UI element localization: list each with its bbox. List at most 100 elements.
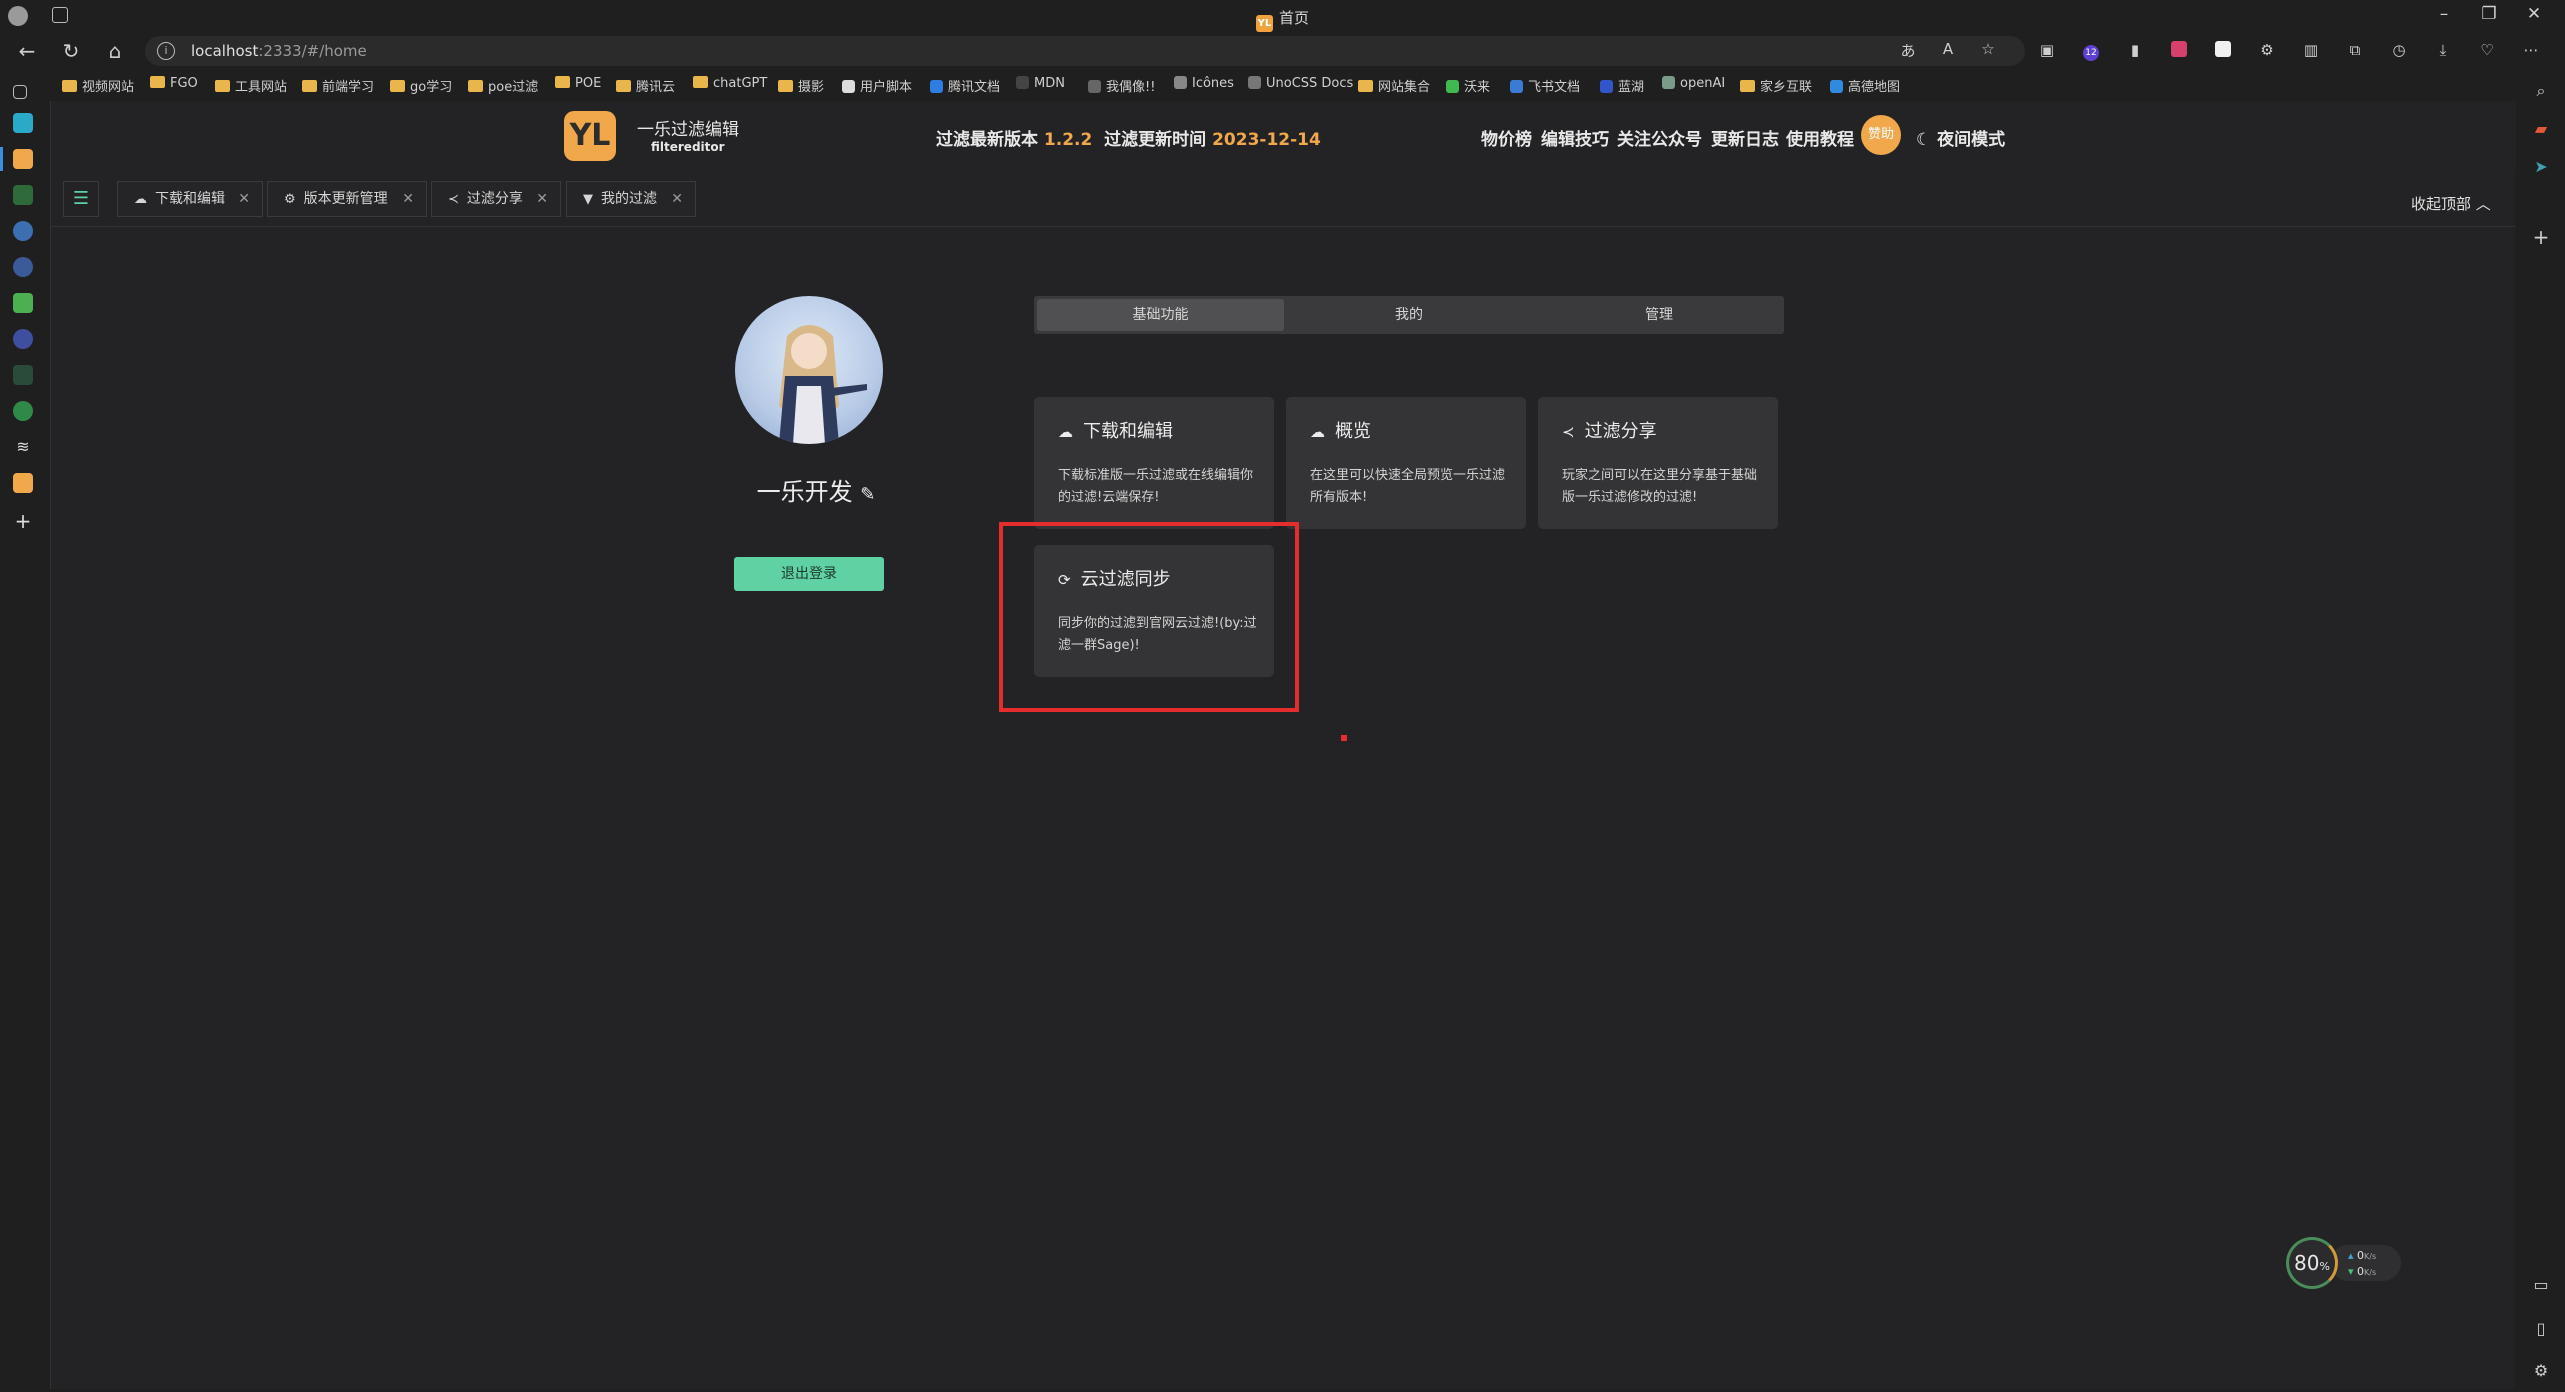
extensions-puzzle-icon[interactable]: ⚙ xyxy=(2256,41,2278,61)
translate-icon[interactable]: あ xyxy=(1897,40,1919,60)
close-tab-icon[interactable]: ✕ xyxy=(402,182,414,216)
screenshot-icon[interactable]: ▭ xyxy=(2531,1275,2551,1295)
bookmark-item[interactable]: 摄影 xyxy=(778,76,824,95)
sidebar-app-icon[interactable] xyxy=(13,401,33,421)
collapse-header-button[interactable]: 收起顶部 ︿ xyxy=(2411,193,2491,214)
site-info-icon[interactable]: i xyxy=(157,42,175,60)
sidebar-app-icon[interactable] xyxy=(13,257,33,277)
extension-badge-icon[interactable]: 12 xyxy=(2080,41,2102,61)
bookmark-item[interactable]: 飞书文档 xyxy=(1510,76,1580,95)
bookmark-item[interactable]: MDN xyxy=(1016,76,1065,91)
extension-icon[interactable]: ▣ xyxy=(2036,41,2058,61)
nav-edit-tips[interactable]: 编辑技巧 xyxy=(1541,125,1609,150)
bookmark-item[interactable]: 前端学习 xyxy=(302,76,374,95)
bookmark-item[interactable]: chatGPT xyxy=(693,76,767,91)
nav-price-list[interactable]: 物价榜 xyxy=(1481,125,1532,150)
tab-download-edit[interactable]: ☁ 下载和编辑 ✕ xyxy=(117,181,263,217)
downloads-icon[interactable]: ⤓ xyxy=(2432,41,2454,61)
add-app-icon[interactable]: + xyxy=(13,511,33,531)
bookmark-item[interactable]: 高德地图 xyxy=(1830,76,1900,95)
minimize-button[interactable]: – xyxy=(2424,4,2464,24)
page-viewport: YL 一乐过滤编辑 filtereditor 过滤最新版本 1.2.2 过滤更新… xyxy=(50,101,2516,1389)
sidebar-app-icon[interactable] xyxy=(13,473,33,493)
browser-essentials-icon[interactable]: ♡ xyxy=(2476,41,2498,61)
bookmark-item[interactable]: POE xyxy=(555,76,601,91)
tab-filter-share[interactable]: ≺ 过滤分享 ✕ xyxy=(431,181,561,217)
menu-toggle-button[interactable]: ☰ xyxy=(63,181,99,217)
sidebar-app-icon[interactable] xyxy=(13,293,33,313)
avatar xyxy=(735,296,883,444)
bookmark-item[interactable]: 蓝湖 xyxy=(1600,76,1644,95)
add-icon[interactable]: + xyxy=(2531,225,2551,249)
close-tab-icon[interactable]: ✕ xyxy=(238,182,250,216)
url-input[interactable]: i localhost:2333/#/home あ A ☆ xyxy=(145,36,2025,66)
bookmark-item[interactable]: openAI xyxy=(1662,76,1725,91)
tab-version-management[interactable]: ⚙ 版本更新管理 ✕ xyxy=(267,181,427,217)
bookmark-item[interactable]: 腾讯文档 xyxy=(930,76,1000,95)
bookmarks-bar: 视频网站 FGO 工具网站 前端学习 go学习 poe过滤 POE 腾讯云 ch… xyxy=(0,69,2565,101)
card-download-edit[interactable]: ☁ 下载和编辑 下载标准版一乐过滤或在线编辑你的过滤!云端保存! xyxy=(1034,397,1274,529)
layers-icon[interactable]: ≋ xyxy=(13,437,33,457)
bookmark-item[interactable]: FGO xyxy=(150,76,198,91)
extension-icon[interactable] xyxy=(2212,41,2234,61)
bookmark-item[interactable]: UnoCSS Docs xyxy=(1248,76,1353,91)
bookmark-item[interactable]: go学习 xyxy=(390,76,452,95)
restore-button[interactable]: ❐ xyxy=(2469,4,2509,24)
segment-basic[interactable]: 基础功能 xyxy=(1037,299,1284,331)
more-menu-icon[interactable]: ⋯ xyxy=(2520,41,2542,61)
search-icon[interactable]: ⌕ xyxy=(2531,81,2551,101)
close-tab-icon[interactable]: ✕ xyxy=(536,182,548,216)
bookmark-item[interactable]: 工具网站 xyxy=(215,76,287,95)
segment-mine[interactable]: 我的 xyxy=(1284,296,1534,334)
bookmark-item[interactable]: poe过滤 xyxy=(468,76,538,95)
card-overview[interactable]: ☁ 概览 在这里可以快速全局预览一乐过滤所有版本! xyxy=(1286,397,1526,529)
sidebar-toggle-icon[interactable]: ▯ xyxy=(2531,1319,2551,1339)
extension-icon[interactable]: ▮ xyxy=(2124,41,2146,61)
close-window-button[interactable]: ✕ xyxy=(2514,4,2554,24)
bookmark-item[interactable]: 视频网站 xyxy=(62,76,134,95)
bookmark-item[interactable]: 用户脚本 xyxy=(842,76,912,95)
extension-icon[interactable] xyxy=(2168,41,2190,61)
logout-button[interactable]: 退出登录 xyxy=(734,557,884,591)
cloud-icon: ☁ xyxy=(1058,423,1073,441)
nav-changelog[interactable]: 更新日志 xyxy=(1711,125,1779,150)
card-description: 下载标准版一乐过滤或在线编辑你的过滤!云端保存! xyxy=(1058,468,1254,505)
sidebar-app-icon[interactable] xyxy=(13,365,33,385)
read-aloud-icon[interactable]: A xyxy=(1937,40,1959,60)
version-info: 过滤最新版本 1.2.2 过滤更新时间 2023-12-14 xyxy=(936,130,1321,150)
sidebar-app-icon[interactable] xyxy=(13,329,33,349)
url-text: localhost:2333/#/home xyxy=(191,42,367,60)
card-filter-share[interactable]: ≺ 过滤分享 玩家之间可以在这里分享基于基础版一乐过滤修改的过滤! xyxy=(1538,397,1778,529)
sponsor-button[interactable]: 赞助 xyxy=(1861,115,1901,155)
bookmark-item[interactable]: 沃来 xyxy=(1446,76,1490,95)
home-button[interactable]: ⌂ xyxy=(100,38,130,64)
bookmark-item[interactable]: 腾讯云 xyxy=(616,76,675,95)
sidebar-app-icon[interactable] xyxy=(13,113,33,133)
tab-actions-icon[interactable] xyxy=(13,85,27,99)
tools-icon[interactable]: ▰ xyxy=(2531,119,2551,139)
night-mode-toggle[interactable]: ☾ 夜间模式 xyxy=(1916,125,2005,150)
tab-my-filter[interactable]: ▼ 我的过滤 ✕ xyxy=(566,181,696,217)
settings-gear-icon[interactable]: ⚙ xyxy=(2531,1361,2551,1381)
back-button[interactable]: ← xyxy=(12,38,42,64)
sidebar-app-icon[interactable] xyxy=(13,185,33,205)
send-icon[interactable]: ➤ xyxy=(2531,157,2551,177)
sidebar-app-icon[interactable] xyxy=(13,149,33,169)
bookmark-item[interactable]: Icônes xyxy=(1174,76,1234,91)
segment-manage[interactable]: 管理 xyxy=(1534,296,1784,334)
edit-icon[interactable]: ✎ xyxy=(860,484,875,505)
split-screen-icon[interactable]: ▥ xyxy=(2300,41,2322,61)
bookmark-item[interactable]: 网站集合 xyxy=(1358,76,1430,95)
nav-tutorial[interactable]: 使用教程 xyxy=(1786,125,1854,150)
network-speed-widget[interactable]: 80% ▴ 0K/s ▾ 0K/s xyxy=(2286,1237,2401,1289)
history-icon[interactable]: ◷ xyxy=(2388,41,2410,61)
sidebar-app-icon[interactable] xyxy=(13,221,33,241)
refresh-button[interactable]: ↻ xyxy=(56,38,86,64)
bookmark-item[interactable]: 我偶像!! xyxy=(1088,76,1155,95)
favorite-star-icon[interactable]: ☆ xyxy=(1977,40,1999,60)
nav-follow-account[interactable]: 关注公众号 xyxy=(1617,125,1702,150)
app-logo[interactable]: YL xyxy=(564,111,616,161)
bookmark-item[interactable]: 家乡互联 xyxy=(1740,76,1812,95)
collections-icon[interactable]: ⧉ xyxy=(2344,41,2366,61)
close-tab-icon[interactable]: ✕ xyxy=(671,182,683,216)
